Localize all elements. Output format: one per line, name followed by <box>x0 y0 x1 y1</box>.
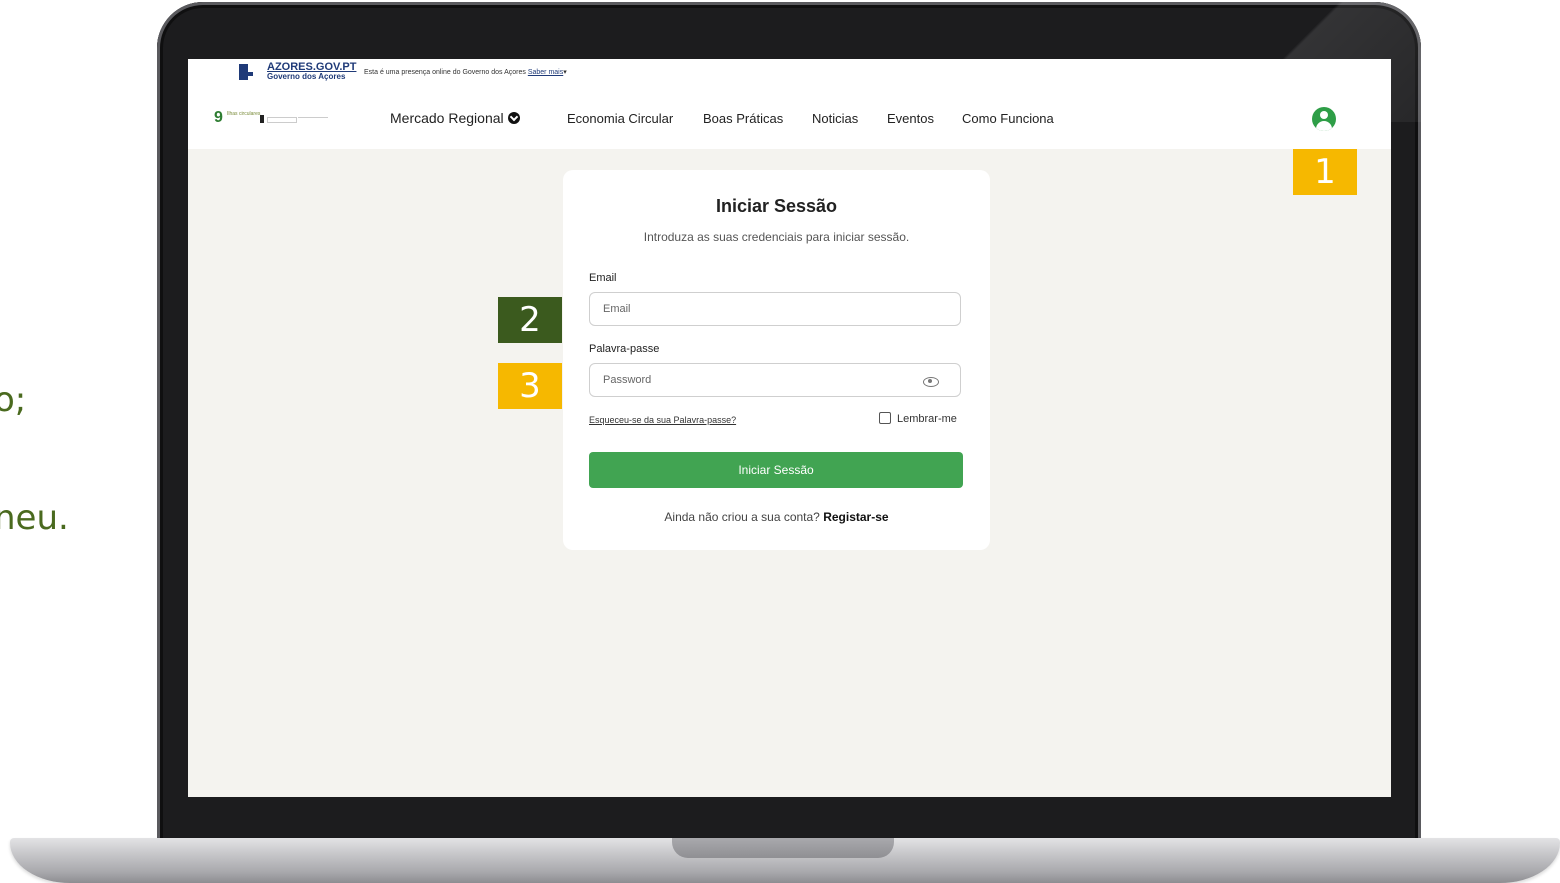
caret-down-icon: ▾ <box>563 69 567 76</box>
nav-item-economia-circular[interactable]: Economia Circular <box>567 111 673 126</box>
annotation-badge-2: 2 <box>498 297 562 343</box>
partner-logo <box>267 117 297 123</box>
main-navbar: 9 Ilhas circulares Mercado Regional Econ… <box>188 89 1391 149</box>
laptop-notch <box>672 838 894 858</box>
remember-me-label: Lembrar-me <box>897 413 957 425</box>
government-logo[interactable]: AZORES.GOV.PT Governo dos Açores <box>267 61 357 82</box>
azores-flag-icon <box>239 64 253 80</box>
partner-logo <box>298 117 328 122</box>
government-info: Esta é uma presença online do Governo do… <box>364 68 567 76</box>
government-info-text: Esta é uma presença online do Governo do… <box>364 69 526 76</box>
register-link[interactable]: Registar-se <box>823 510 888 524</box>
password-label: Palavra-passe <box>589 343 660 355</box>
brand-logo[interactable]: 9 Ilhas circulares <box>214 109 334 127</box>
remember-me[interactable]: Lembrar-me <box>879 412 957 425</box>
slide: o; neu. AZORES.GOV.PT Governo dos Açores… <box>0 0 1560 883</box>
partner-logo-mark <box>260 115 264 123</box>
login-card: Iniciar Sessão Introduza as suas credenc… <box>563 170 990 550</box>
nav-item-eventos[interactable]: Eventos <box>887 111 934 126</box>
nav-item-como-funciona[interactable]: Como Funciona <box>962 111 1054 126</box>
nav-item-noticias[interactable]: Noticias <box>812 111 858 126</box>
annotation-badge-3: 3 <box>498 363 562 409</box>
government-bar: AZORES.GOV.PT Governo dos Açores Esta é … <box>188 59 1391 89</box>
brand-subtitle: Ilhas circulares <box>227 111 261 117</box>
forgot-password-link[interactable]: Esqueceu-se da sua Palavra-passe? <box>589 415 736 425</box>
annotation-badge-1: 1 <box>1293 149 1357 195</box>
login-subtitle: Introduza as suas credenciais para inici… <box>643 230 910 244</box>
password-input[interactable] <box>589 363 961 397</box>
user-circle-icon[interactable] <box>1312 107 1336 131</box>
browser-viewport: AZORES.GOV.PT Governo dos Açores Esta é … <box>188 59 1391 797</box>
nav-item-mercado-regional[interactable]: Mercado Regional <box>390 110 520 126</box>
login-button[interactable]: Iniciar Sessão <box>589 452 963 488</box>
register-prompt: Ainda não criou a sua conta? Registar-se <box>563 510 990 524</box>
login-title: Iniciar Sessão <box>715 196 838 216</box>
eye-icon[interactable] <box>923 377 939 387</box>
email-input[interactable] <box>589 292 961 326</box>
saber-mais-link[interactable]: Saber mais <box>528 69 563 76</box>
brand-number: 9 <box>214 109 223 126</box>
slide-text-fragment: o; <box>0 380 27 420</box>
chevron-down-icon <box>507 112 520 124</box>
slide-text-fragment: neu. <box>0 498 69 538</box>
nav-item-boas-praticas[interactable]: Boas Práticas <box>703 111 783 126</box>
org-name: Governo dos Açores <box>267 72 346 81</box>
email-label: Email <box>589 272 617 284</box>
site-name: AZORES.GOV.PT <box>267 61 357 73</box>
register-prompt-text: Ainda não criou a sua conta? <box>664 510 820 524</box>
remember-me-checkbox[interactable] <box>879 412 891 424</box>
